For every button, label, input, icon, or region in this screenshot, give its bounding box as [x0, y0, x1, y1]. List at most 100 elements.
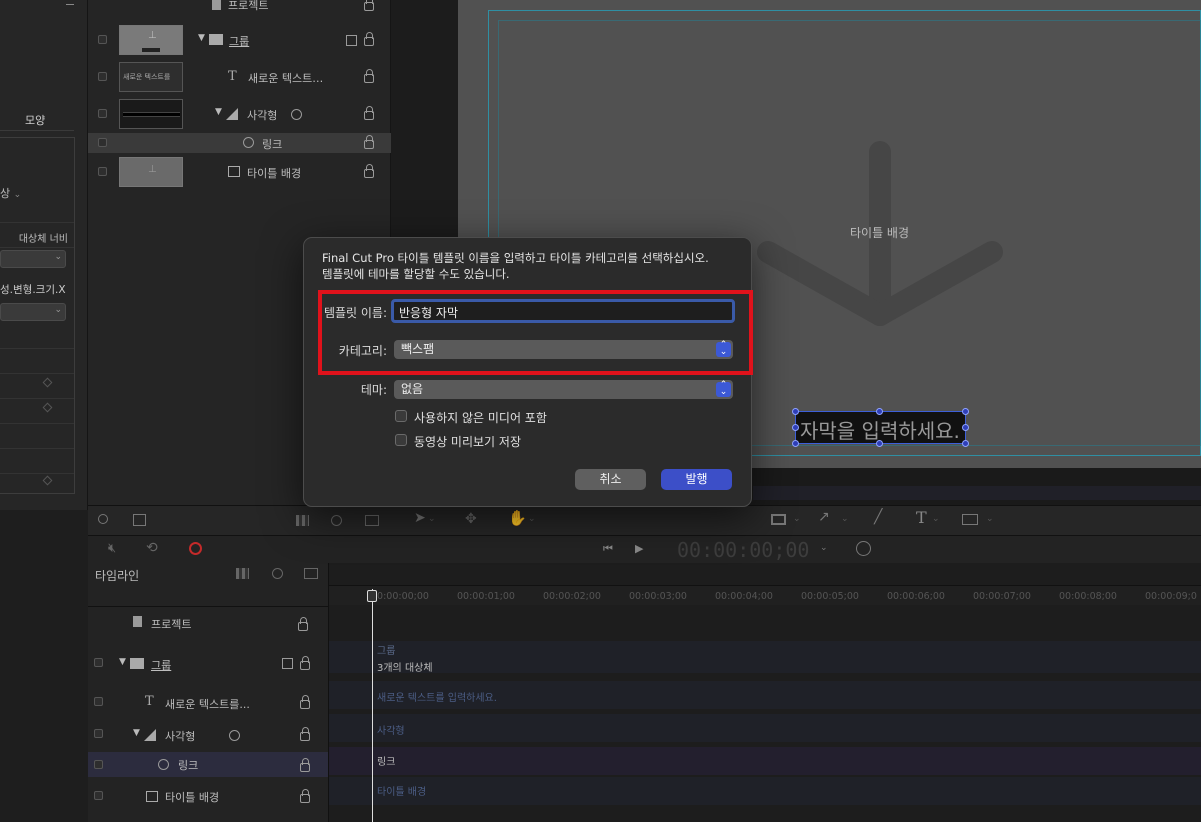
track-rectangle[interactable]: 사각형: [329, 714, 1201, 742]
lock-icon[interactable]: [298, 617, 308, 631]
go-to-start-icon[interactable]: ⏮: [603, 542, 613, 556]
layer-row-group[interactable]: ⊥ ▼ 그룹: [88, 25, 391, 55]
subtitle-text-box[interactable]: 자막을 입력하세요.: [795, 411, 966, 444]
theme-select[interactable]: 없음 ⌃ ⌄: [394, 380, 733, 399]
tab-shape[interactable]: 모양: [0, 107, 74, 131]
play-icon[interactable]: ▶: [635, 542, 643, 555]
lock-icon[interactable]: [364, 135, 374, 149]
paint-stroke-icon[interactable]: ╱: [874, 509, 882, 525]
layout-icon[interactable]: [133, 514, 146, 526]
lock-icon[interactable]: [300, 758, 310, 772]
chevron-down-icon[interactable]: ⌄: [841, 514, 849, 524]
chevron-down-icon[interactable]: ⌄: [528, 514, 536, 524]
timeline-tracks[interactable]: 00:00:00;00 00:00:01;00 00:00:02;00 00:0…: [329, 563, 1201, 822]
playhead[interactable]: [372, 589, 373, 822]
timeline-layer-text[interactable]: T 새로운 텍스트를...: [88, 688, 328, 717]
text-tool-icon[interactable]: T: [916, 508, 927, 527]
clock-icon[interactable]: [856, 541, 871, 556]
layer-visibility-checkbox[interactable]: [94, 729, 103, 738]
lock-icon[interactable]: [300, 727, 310, 741]
checkerboard-icon[interactable]: [296, 515, 309, 526]
lock-icon[interactable]: [364, 69, 374, 83]
resize-handle[interactable]: [792, 440, 799, 447]
gear-icon[interactable]: [291, 109, 302, 120]
disclosure-triangle-icon[interactable]: ▼: [198, 33, 205, 43]
keyframe-icon[interactable]: [42, 402, 53, 413]
layer-visibility-checkbox[interactable]: [94, 760, 103, 769]
layer-row-text[interactable]: 새로운 텍스트를 T 새로운 텍스트…: [88, 62, 391, 92]
timeline-layer-project[interactable]: 프로젝트: [88, 610, 328, 639]
stack-icon[interactable]: [304, 568, 318, 579]
timecode-display[interactable]: 00:00:00;00: [677, 538, 809, 562]
timeline-ruler[interactable]: 00:00:00;00 00:00:01;00 00:00:02;00 00:0…: [329, 585, 1201, 605]
checkerboard-icon[interactable]: [236, 568, 249, 579]
link-group-icon[interactable]: [282, 658, 293, 669]
keyframe-icon[interactable]: [42, 475, 53, 486]
resize-handle[interactable]: [876, 408, 883, 415]
mute-icon[interactable]: 🔇︎: [108, 541, 116, 556]
chevron-down-icon[interactable]: ⌄: [986, 514, 994, 524]
transform-tool-icon[interactable]: ✥: [465, 511, 477, 527]
resize-handle[interactable]: [962, 424, 969, 431]
lock-icon[interactable]: [364, 0, 374, 11]
layer-visibility-checkbox[interactable]: [98, 109, 107, 118]
timeline-layer-rectangle[interactable]: ▼ 사각형: [88, 720, 328, 749]
disclosure-triangle-icon[interactable]: ▼: [119, 657, 126, 667]
lock-icon[interactable]: [300, 789, 310, 803]
keyframe-icon[interactable]: [42, 377, 53, 388]
timeline-layer-link[interactable]: 링크: [88, 752, 328, 777]
cancel-button[interactable]: 취소: [575, 469, 646, 490]
chevron-down-icon[interactable]: ⌄: [932, 514, 940, 524]
hand-tool-icon[interactable]: ✋: [508, 509, 527, 527]
record-icon[interactable]: [189, 542, 202, 555]
inspector-select-1[interactable]: ⌄: [0, 250, 66, 268]
disclosure-triangle-icon[interactable]: ▼: [215, 107, 222, 117]
resize-handle[interactable]: [876, 440, 883, 447]
resize-handle[interactable]: [792, 424, 799, 431]
layer-row-title-background[interactable]: ⊥ 타이틀 배경: [88, 157, 391, 187]
template-name-input[interactable]: 반응형 자막: [391, 299, 735, 323]
track-text[interactable]: 새로운 텍스트를 입력하세요.: [329, 681, 1201, 709]
select-tool-icon[interactable]: ➤: [414, 510, 426, 526]
include-unused-media-checkbox[interactable]: [395, 410, 407, 422]
chevron-down-icon[interactable]: ⌄: [820, 543, 828, 553]
track-link[interactable]: 링크: [329, 747, 1201, 775]
rectangle-tool-icon[interactable]: [771, 514, 786, 525]
layer-visibility-checkbox[interactable]: [94, 658, 103, 667]
layer-row-link[interactable]: 링크: [88, 133, 391, 153]
layer-visibility-checkbox[interactable]: [98, 167, 107, 176]
lock-icon[interactable]: [364, 164, 374, 178]
inspector-select-2[interactable]: ⌄: [0, 303, 66, 321]
track-title-background[interactable]: 타이틀 배경: [329, 777, 1201, 805]
stack-icon[interactable]: [365, 515, 379, 526]
layer-visibility-checkbox[interactable]: [94, 791, 103, 800]
gear-icon[interactable]: [229, 730, 240, 741]
timeline-layer-group[interactable]: ▼ 그룹: [88, 649, 328, 678]
inspector-dropdown1[interactable]: 상 ⌄: [0, 185, 21, 201]
publish-button[interactable]: 발행: [661, 469, 732, 490]
chevron-down-icon[interactable]: ⌄: [793, 514, 801, 524]
layer-row-rectangle[interactable]: ▼ 사각형: [88, 99, 391, 129]
layer-visibility-checkbox[interactable]: [98, 35, 107, 44]
timeline-layer-title-background[interactable]: 타이틀 배경: [88, 782, 328, 811]
category-select[interactable]: 빽스팸 ⌃ ⌄: [394, 340, 733, 359]
playhead-handle[interactable]: [367, 590, 377, 602]
lock-icon[interactable]: [300, 656, 310, 670]
layer-row-project[interactable]: 프로젝트: [88, 0, 391, 17]
chevron-down-icon[interactable]: ⌄: [428, 514, 436, 524]
lock-icon[interactable]: [364, 32, 374, 46]
track-group[interactable]: 그룹 3개의 대상체: [329, 641, 1201, 674]
lock-icon[interactable]: [300, 695, 310, 709]
mask-tool-icon[interactable]: [962, 514, 978, 525]
gear-icon[interactable]: [272, 568, 283, 579]
resize-handle[interactable]: [962, 440, 969, 447]
bezier-tool-icon[interactable]: ↗: [818, 509, 830, 525]
resize-handle[interactable]: [962, 408, 969, 415]
lock-icon[interactable]: [364, 106, 374, 120]
save-preview-checkbox[interactable]: [395, 434, 407, 446]
search-icon[interactable]: [98, 514, 108, 524]
link-group-icon[interactable]: [346, 35, 357, 46]
layer-visibility-checkbox[interactable]: [98, 138, 107, 147]
layer-visibility-checkbox[interactable]: [98, 72, 107, 81]
disclosure-triangle-icon[interactable]: ▼: [133, 728, 140, 738]
